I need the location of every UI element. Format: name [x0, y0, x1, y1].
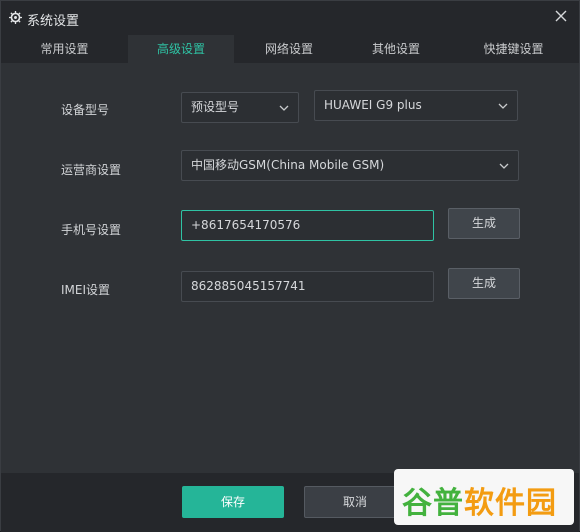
watermark-logo: 谷普软件园	[394, 469, 574, 525]
imei-label: IMEI设置	[61, 283, 111, 297]
phone-label: 手机号设置	[61, 223, 122, 237]
generate-imei-button[interactable]: 生成	[448, 268, 520, 299]
save-button[interactable]: 保存	[182, 486, 284, 518]
device-model-value: HUAWEI G9 plus	[324, 98, 422, 112]
tab-shortcuts[interactable]: 快捷键设置	[448, 35, 579, 63]
carrier-select[interactable]: 中国移动GSM(China Mobile GSM)	[181, 150, 519, 181]
tab-other[interactable]: 其他设置	[344, 35, 448, 63]
close-icon	[555, 10, 567, 22]
preset-model-value: 预设型号	[191, 100, 240, 114]
chevron-down-icon	[498, 103, 508, 109]
close-button[interactable]	[550, 5, 572, 27]
gear-icon	[9, 11, 22, 24]
chevron-down-icon	[499, 163, 509, 169]
carrier-value: 中国移动GSM(China Mobile GSM)	[191, 158, 385, 172]
title-bar[interactable]: 系统设置	[1, 1, 579, 35]
tab-advanced[interactable]: 高级设置	[128, 35, 234, 63]
chevron-down-icon	[279, 105, 289, 111]
tab-network[interactable]: 网络设置	[234, 35, 344, 63]
device-model-label: 设备型号	[61, 103, 110, 117]
advanced-settings-panel: 设备型号 预设型号 HUAWEI G9 plus 运营商设置 中国移动GSM(C…	[1, 63, 579, 473]
settings-dialog: 系统设置 常用设置 高级设置 网络设置 其他设置 快捷键设置 设备型号 预设型号…	[0, 0, 580, 532]
generate-phone-button[interactable]: 生成	[448, 208, 520, 239]
carrier-label: 运营商设置	[61, 163, 122, 177]
tab-bar: 常用设置 高级设置 网络设置 其他设置 快捷键设置	[1, 35, 579, 63]
window-title: 系统设置	[27, 14, 80, 29]
tab-general[interactable]: 常用设置	[1, 35, 128, 63]
imei-input[interactable]: 862885045157741	[181, 271, 434, 302]
preset-model-select[interactable]: 预设型号	[181, 92, 299, 123]
watermark-text: 谷普软件园	[402, 486, 557, 521]
device-model-select[interactable]: HUAWEI G9 plus	[314, 90, 518, 121]
phone-input[interactable]: +8617654170576	[181, 210, 434, 241]
cancel-button[interactable]: 取消	[304, 486, 406, 518]
